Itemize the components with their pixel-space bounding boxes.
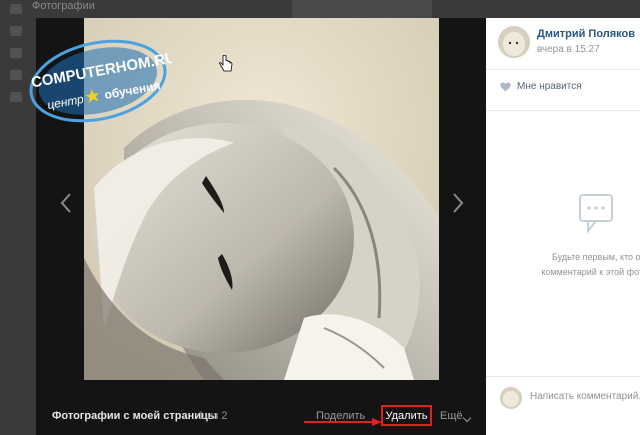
heart-icon xyxy=(500,82,511,91)
comment-composer: Написать комментарий... xyxy=(486,376,640,435)
computerhom-logo: COMPUTERHOM.RU центр обучения xyxy=(29,39,172,123)
comment-input[interactable]: Написать комментарий... xyxy=(530,391,640,402)
like-label: Мне нравится xyxy=(517,81,582,92)
empty-comments-line2: комментарий к этой фотографии xyxy=(541,267,640,277)
post-time[interactable]: вчера в 15:27 xyxy=(537,44,600,55)
background-sidebar-label: Фотографии xyxy=(32,0,95,12)
avatar-image xyxy=(500,387,522,409)
divider xyxy=(486,110,640,111)
chevron-left-icon xyxy=(60,193,71,213)
comment-bubble-icon xyxy=(579,194,613,234)
photo-counter: 1 из 2 xyxy=(198,410,228,422)
avatar[interactable] xyxy=(498,26,530,58)
delete-label: Удалить xyxy=(385,409,428,422)
background-menu-icon xyxy=(10,92,22,102)
chevron-down-icon xyxy=(462,413,472,423)
empty-comments-text: Будьте первым, кто оставит комментарий к… xyxy=(510,250,640,280)
comments-panel: Дмитрий Поляков вчера в 15:27 Мне нравит… xyxy=(486,18,640,435)
my-avatar xyxy=(500,387,522,409)
previous-photo-button[interactable] xyxy=(56,188,76,218)
empty-comments-line1: Будьте первым, кто оставит xyxy=(551,252,640,262)
avatar-image xyxy=(498,26,530,58)
author-name[interactable]: Дмитрий Поляков xyxy=(537,28,635,40)
like-button[interactable]: Мне нравится xyxy=(500,81,582,92)
more-button[interactable]: Ещё xyxy=(440,410,463,422)
background-menu-icon xyxy=(10,4,22,14)
background-thumbnail xyxy=(292,0,432,20)
background-menu-icon xyxy=(10,48,22,58)
delete-button[interactable]: Удалить xyxy=(381,405,432,426)
hand-cursor-icon xyxy=(219,55,233,72)
background-menu-icon xyxy=(10,26,22,36)
viewer-footer: Фотографии с моей страницы 1 из 2 Подели… xyxy=(36,380,486,435)
red-pointer-arrow-icon xyxy=(304,418,382,426)
album-title[interactable]: Фотографии с моей страницы xyxy=(52,410,217,422)
background-menu-icon xyxy=(10,70,22,80)
next-photo-button[interactable] xyxy=(448,188,468,218)
chevron-right-icon xyxy=(453,193,464,213)
author-header: Дмитрий Поляков вчера в 15:27 xyxy=(486,18,640,70)
